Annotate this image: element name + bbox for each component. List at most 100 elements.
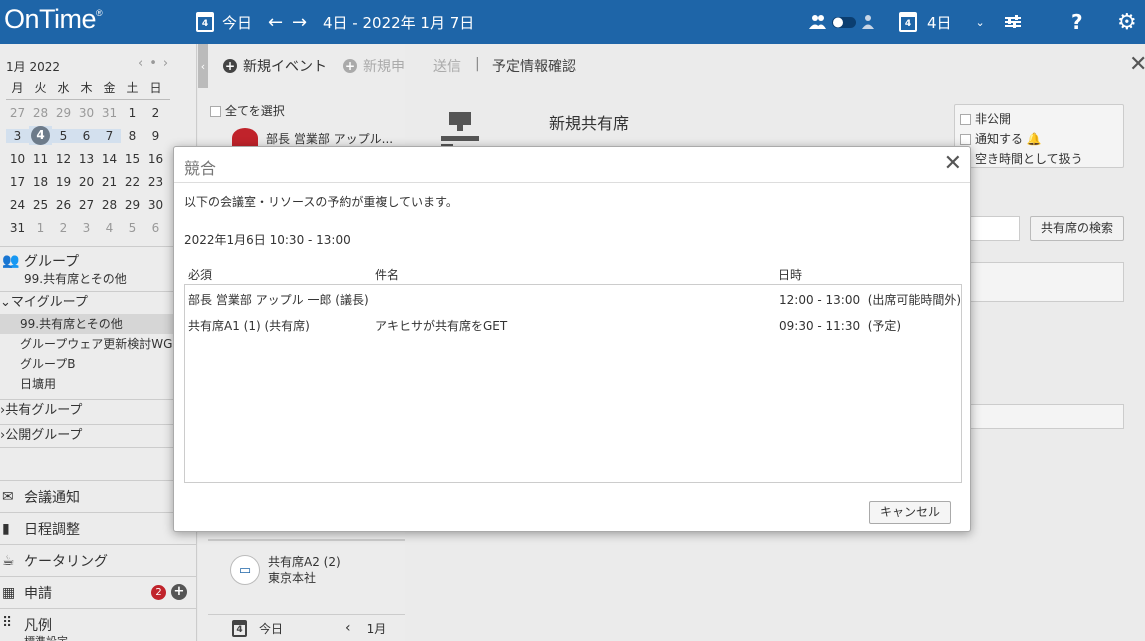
- calendar-day[interactable]: 28: [98, 198, 121, 212]
- tab-send[interactable]: 送信: [433, 56, 461, 76]
- close-icon[interactable]: ✕: [1129, 52, 1145, 77]
- calendar-day[interactable]: 28: [29, 106, 52, 120]
- calendar-day[interactable]: 13: [75, 152, 98, 166]
- my-group-item[interactable]: グループB: [0, 354, 196, 374]
- new-event-button[interactable]: + 新規イベント: [223, 56, 327, 76]
- people-toggle[interactable]: [808, 0, 876, 44]
- calendar-day[interactable]: 2: [52, 221, 75, 235]
- request-item[interactable]: ▦ 申請 2 +: [0, 576, 196, 608]
- calendar-day[interactable]: 10: [6, 152, 29, 166]
- calendar-day[interactable]: 2: [144, 106, 167, 120]
- calendar-day[interactable]: 6: [75, 128, 98, 143]
- calendar-day[interactable]: 3: [75, 221, 98, 235]
- calendar-day[interactable]: 11: [29, 152, 52, 166]
- cancel-button[interactable]: キャンセル: [869, 501, 951, 524]
- schedule-adjust-item[interactable]: ▮ 日程調整: [0, 512, 196, 544]
- calendar-day[interactable]: 22: [121, 175, 144, 189]
- calendar-day[interactable]: 1: [121, 106, 144, 120]
- calendar-day[interactable]: 18: [29, 175, 52, 189]
- collapse-arrow-icon[interactable]: ‹: [198, 44, 208, 88]
- prev-icon[interactable]: ‹: [345, 620, 351, 636]
- calendar-day[interactable]: 30: [144, 198, 167, 212]
- today-label: 今日: [222, 13, 253, 32]
- my-groups-section: ⌄マイグループ 99.共有席とその他 グループウェア更新検討WG グループB 日…: [0, 291, 196, 394]
- calendar-day[interactable]: 20: [75, 175, 98, 189]
- notify-checkbox[interactable]: 通知する 🔔: [960, 129, 1118, 149]
- calendar-day[interactable]: 7: [98, 128, 121, 143]
- divider: [174, 182, 970, 183]
- mini-calendar-nav[interactable]: ‹•›: [138, 56, 174, 71]
- calendar-day[interactable]: 31: [98, 106, 121, 120]
- resource-row[interactable]: ▭ 共有席A2 (2) 東京本社: [208, 539, 405, 615]
- view-selector[interactable]: 4 4日 ⌄: [899, 0, 985, 44]
- calendar-day[interactable]: 9: [144, 129, 167, 143]
- calendar-day[interactable]: 23: [144, 175, 167, 189]
- calendar-day[interactable]: 27: [6, 106, 29, 120]
- prev-arrow-icon[interactable]: ←: [268, 0, 283, 44]
- calendar-day[interactable]: 25: [29, 198, 52, 212]
- bottom-date-nav: 4 今日 ‹ 1月: [208, 614, 405, 641]
- gear-icon[interactable]: ⚙: [1117, 0, 1137, 44]
- settings-sliders-icon[interactable]: [1005, 0, 1021, 44]
- help-button[interactable]: ?: [1071, 0, 1083, 44]
- free-time-checkbox[interactable]: 空き時間として扱う: [960, 149, 1118, 169]
- my-group-item[interactable]: 99.共有席とその他: [0, 314, 196, 334]
- conflict-datetime: 2022年1月6日 10:30 - 13:00: [184, 233, 351, 247]
- dialog-title: 競合: [184, 159, 217, 178]
- meeting-notice-item[interactable]: ✉ 会議通知: [0, 480, 196, 512]
- calendar-day[interactable]: 27: [75, 198, 98, 212]
- search-resource-button[interactable]: 共有席の検索: [1030, 216, 1124, 241]
- group-section[interactable]: 👥 グループ 99.共有席とその他: [0, 246, 196, 291]
- calendar-day[interactable]: 15: [121, 152, 144, 166]
- calendar-day[interactable]: 6: [144, 221, 167, 235]
- today-button[interactable]: 4 今日: [196, 0, 252, 44]
- select-all-checkbox[interactable]: 全てを選択: [210, 102, 285, 119]
- calendar-icon: 4: [196, 12, 214, 32]
- calendar-day[interactable]: 19: [52, 175, 75, 189]
- weekday: 月: [11, 81, 24, 95]
- calendar-week-row: 17 18 19 20 21 22 23: [6, 170, 170, 193]
- calendar-day[interactable]: 30: [75, 106, 98, 120]
- my-group-item[interactable]: 日壙用: [0, 374, 196, 394]
- calendar-day[interactable]: 12: [52, 152, 75, 166]
- public-groups-toggle[interactable]: ›公開グループ: [0, 424, 196, 448]
- calendar-day[interactable]: 29: [52, 106, 75, 120]
- calendar-day[interactable]: 29: [121, 198, 144, 212]
- column-header-subject: 件名: [375, 268, 400, 282]
- calendar-day[interactable]: 26: [52, 198, 75, 212]
- catering-item[interactable]: ☕ ケータリング: [0, 544, 196, 576]
- legend-item[interactable]: ⠿ 凡例 標準設定: [0, 608, 196, 641]
- calendar-day[interactable]: 4: [98, 221, 121, 235]
- calendar-day[interactable]: 1: [29, 221, 52, 235]
- calendar-day[interactable]: 5: [52, 128, 75, 143]
- calendar-day[interactable]: 21: [98, 175, 121, 189]
- today-marker[interactable]: 4: [31, 126, 50, 145]
- bottom-today-button[interactable]: 今日: [259, 620, 283, 637]
- my-group-item[interactable]: グループウェア更新検討WG: [0, 334, 196, 354]
- calendar-day[interactable]: 5: [121, 221, 144, 235]
- calendar-day[interactable]: 4: [29, 126, 52, 145]
- my-groups-toggle[interactable]: ⌄マイグループ: [0, 292, 196, 314]
- add-icon[interactable]: +: [171, 584, 187, 600]
- calendar-day[interactable]: 24: [6, 198, 29, 212]
- calendar-day[interactable]: 3: [6, 128, 29, 143]
- calendar-day[interactable]: 8: [121, 129, 144, 143]
- person-row[interactable]: 部長 営業部 アップル...: [232, 128, 393, 148]
- calendar-view-icon: 4: [899, 12, 917, 32]
- next-arrow-icon[interactable]: →: [292, 0, 307, 44]
- close-icon[interactable]: ✕: [944, 151, 962, 176]
- tab-confirm[interactable]: 予定情報確認: [492, 56, 576, 76]
- private-checkbox[interactable]: 非公開: [960, 109, 1118, 129]
- calendar-day[interactable]: 17: [6, 175, 29, 189]
- shared-groups-toggle[interactable]: ›共有グループ: [0, 399, 196, 423]
- calendar-week-row: 10 11 12 13 14 15 16: [6, 147, 170, 170]
- table-cell: 12:00 - 13:00 (出席可能時間外): [779, 293, 962, 307]
- new-other-button[interactable]: + 新規申: [343, 56, 405, 76]
- dialog-message: 以下の会議室・リソースの予約が重複しています。: [184, 195, 458, 209]
- calendar-day[interactable]: 16: [144, 152, 167, 166]
- calendar-day[interactable]: 31: [6, 221, 29, 235]
- calendar-day[interactable]: 14: [98, 152, 121, 166]
- avatar: [232, 128, 258, 148]
- top-bar: OnTime® 4 今日 ← → 4日 - 2022年 1月 7日 4 4日 ⌄…: [0, 0, 1145, 44]
- new-other-label: 新規申: [363, 59, 405, 75]
